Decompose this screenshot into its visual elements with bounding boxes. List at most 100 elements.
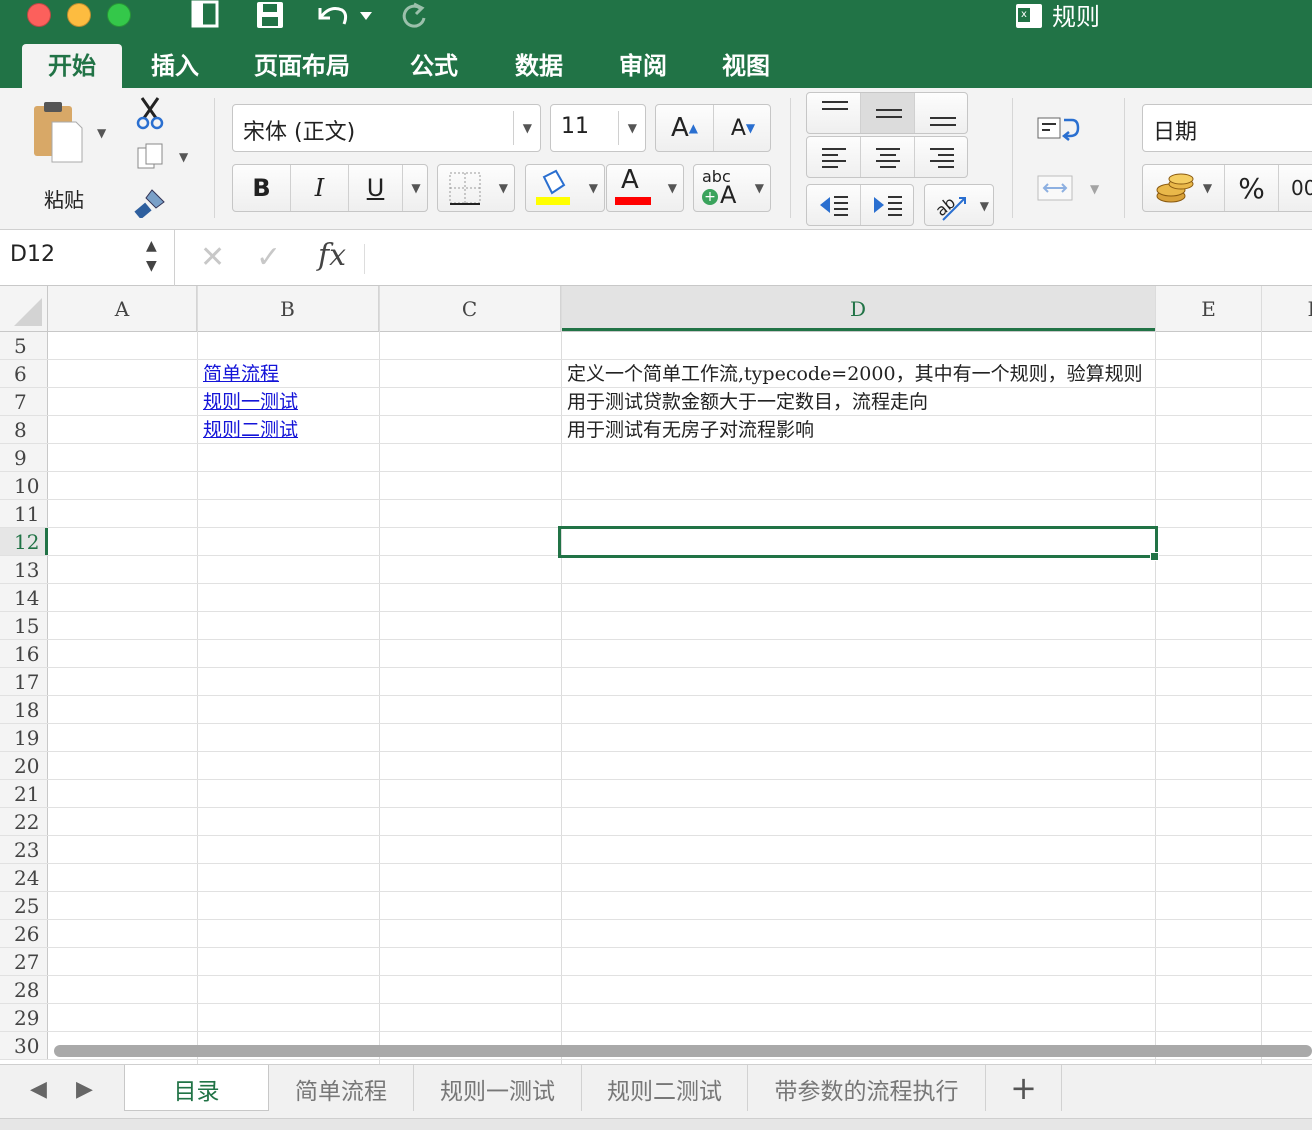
row-header[interactable]: 29	[0, 1004, 48, 1031]
merge-cells-icon[interactable]	[1036, 172, 1080, 204]
cell-b-hyperlink[interactable]	[197, 948, 203, 975]
tab-formulas[interactable]: 公式	[384, 44, 484, 88]
cell-d-description[interactable]	[561, 976, 567, 1003]
cell-d-description[interactable]	[561, 920, 567, 947]
cell-b-hyperlink[interactable]	[197, 724, 203, 751]
row-header[interactable]: 9	[0, 444, 48, 471]
row-header[interactable]: 24	[0, 864, 48, 891]
cell-b-hyperlink[interactable]	[197, 500, 203, 527]
row-header[interactable]: 7	[0, 388, 48, 415]
borders-button[interactable]: ▼	[437, 164, 515, 212]
cell-d-description[interactable]	[561, 556, 567, 583]
copy-dropdown[interactable]: ▼	[179, 150, 188, 164]
enter-formula-icon[interactable]: ✓	[256, 240, 281, 275]
cell-d-description[interactable]	[561, 1004, 567, 1031]
cell-b-hyperlink[interactable]: 规则二测试	[197, 416, 298, 443]
cell-b-hyperlink[interactable]	[197, 640, 203, 667]
cell-d-description[interactable]	[561, 472, 567, 499]
merge-dropdown[interactable]: ▼	[1090, 182, 1099, 196]
cell-b-hyperlink[interactable]	[197, 696, 203, 723]
italic-button[interactable]: I	[291, 165, 349, 211]
row-header[interactable]: 10	[0, 472, 48, 499]
row-header[interactable]: 12	[0, 528, 48, 555]
sheet-tab-rule-two[interactable]: 规则二测试	[582, 1065, 748, 1111]
column-header-c[interactable]: C	[379, 286, 561, 331]
row-header[interactable]: 6	[0, 360, 48, 387]
cell-d-description[interactable]	[561, 696, 567, 723]
zoom-window-button[interactable]	[107, 3, 131, 27]
column-header-e[interactable]: E	[1156, 286, 1262, 331]
row-header[interactable]: 19	[0, 724, 48, 751]
save-icon[interactable]	[254, 0, 288, 37]
cell-d-description[interactable]	[561, 640, 567, 667]
sidebar-icon[interactable]	[190, 0, 224, 37]
cell-b-hyperlink[interactable]	[197, 1004, 203, 1031]
column-header-f[interactable]: F	[1262, 286, 1312, 331]
cell-b-hyperlink[interactable]	[197, 836, 203, 863]
row-header[interactable]: 18	[0, 696, 48, 723]
cell-d-description[interactable]: 定义一个简单工作流,typecode=2000，其中有一个规则，验算规则	[561, 360, 1143, 387]
cell-d-description[interactable]	[561, 444, 567, 471]
redo-icon[interactable]	[398, 0, 430, 37]
row-header[interactable]: 28	[0, 976, 48, 1003]
insert-function-icon[interactable]: fx	[318, 238, 346, 273]
cell-b-hyperlink[interactable]	[197, 780, 203, 807]
cell-d-description[interactable]	[561, 668, 567, 695]
tab-insert[interactable]: 插入	[125, 44, 225, 88]
cell-b-hyperlink[interactable]	[197, 892, 203, 919]
row-header[interactable]: 30	[0, 1032, 48, 1059]
row-header[interactable]: 16	[0, 640, 48, 667]
align-bottom-button[interactable]	[915, 93, 969, 133]
name-box[interactable]: D12 ▲ ▼	[0, 230, 172, 286]
cell-d-description[interactable]	[561, 584, 567, 611]
row-header[interactable]: 27	[0, 948, 48, 975]
close-window-button[interactable]	[27, 3, 51, 27]
cell-d-description[interactable]	[561, 864, 567, 891]
column-header-a[interactable]: A	[48, 286, 197, 331]
percent-style-button[interactable]: %	[1225, 165, 1279, 211]
row-header[interactable]: 17	[0, 668, 48, 695]
tab-home[interactable]: 开始	[22, 44, 122, 88]
fill-color-button[interactable]: ▼	[525, 164, 605, 212]
font-size-select[interactable]: 11 ▼	[550, 104, 646, 152]
cell-b-hyperlink[interactable]	[197, 556, 203, 583]
align-center-button[interactable]	[861, 137, 915, 177]
row-header[interactable]: 11	[0, 500, 48, 527]
text-effects-button[interactable]: abc + A ▼	[693, 164, 771, 212]
cell-d-description[interactable]	[561, 808, 567, 835]
row-header[interactable]: 15	[0, 612, 48, 639]
fill-handle[interactable]	[1150, 552, 1159, 561]
undo-icon[interactable]	[312, 0, 374, 37]
minimize-window-button[interactable]	[67, 3, 91, 27]
decrease-font-size-button[interactable]: A ▼	[714, 105, 772, 151]
cell-d-description[interactable]	[561, 752, 567, 779]
sheet-tab-rule-one[interactable]: 规则一测试	[414, 1065, 582, 1111]
cell-b-hyperlink[interactable]	[197, 584, 203, 611]
text-orientation-button[interactable]: ab ▼	[924, 184, 994, 226]
name-box-stepper-icon[interactable]: ▲ ▼	[146, 236, 157, 276]
cell-b-hyperlink[interactable]	[197, 528, 203, 555]
row-header[interactable]: 25	[0, 892, 48, 919]
align-top-button[interactable]	[807, 93, 861, 133]
cell-b-hyperlink[interactable]	[197, 444, 203, 471]
cell-d-description[interactable]	[561, 332, 567, 359]
font-color-button[interactable]: A ▼	[606, 164, 684, 212]
tab-data[interactable]: 数据	[489, 44, 589, 88]
cell-b-hyperlink[interactable]	[197, 668, 203, 695]
cell-b-hyperlink[interactable]	[197, 864, 203, 891]
cell-d-description[interactable]	[561, 612, 567, 639]
accounting-format-button[interactable]: ▼	[1143, 165, 1225, 211]
underline-dropdown[interactable]: ▼	[403, 165, 429, 211]
cell-d-description[interactable]	[561, 836, 567, 863]
row-header[interactable]: 26	[0, 920, 48, 947]
cell-b-hyperlink[interactable]: 规则一测试	[197, 388, 298, 415]
cell-b-hyperlink[interactable]	[197, 612, 203, 639]
align-left-button[interactable]	[807, 137, 861, 177]
bold-button[interactable]: B	[233, 165, 291, 211]
row-header[interactable]: 13	[0, 556, 48, 583]
increase-indent-button[interactable]	[861, 185, 915, 225]
decrease-indent-button[interactable]	[807, 185, 861, 225]
cell-b-hyperlink[interactable]	[197, 472, 203, 499]
cell-d-description[interactable]: 用于测试有无房子对流程影响	[561, 416, 814, 443]
cell-d-description[interactable]	[561, 948, 567, 975]
